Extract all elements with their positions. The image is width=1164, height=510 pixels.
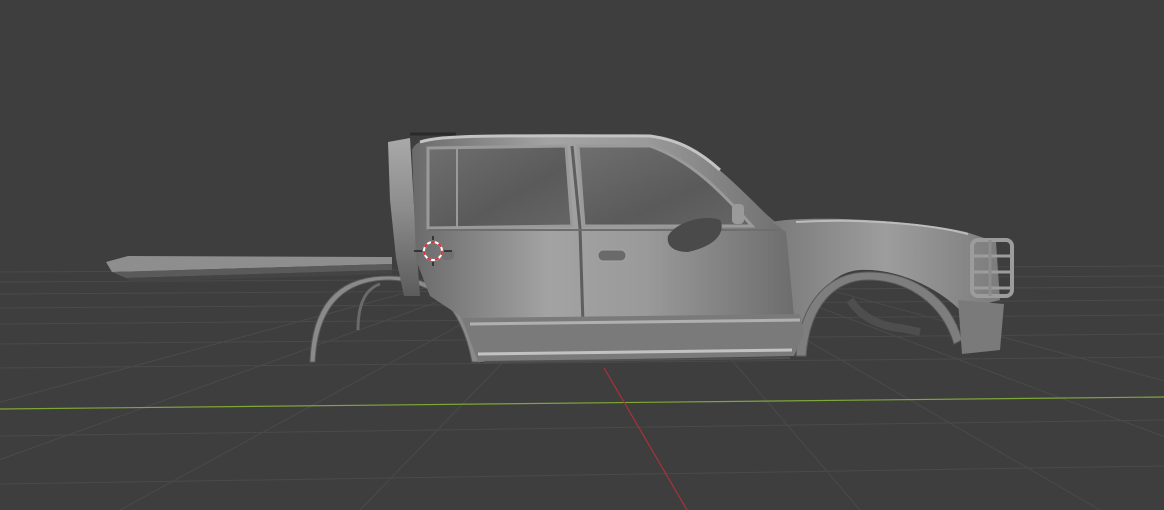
y-axis-line bbox=[603, 367, 688, 510]
truck-model[interactable] bbox=[106, 132, 1014, 363]
rear-window bbox=[426, 144, 574, 230]
flatbed bbox=[106, 256, 392, 282]
viewport-canvas[interactable] bbox=[0, 0, 1164, 510]
front-door-handle bbox=[597, 249, 627, 262]
x-axis-line bbox=[0, 396, 1164, 410]
3d-viewport[interactable] bbox=[0, 0, 1164, 510]
